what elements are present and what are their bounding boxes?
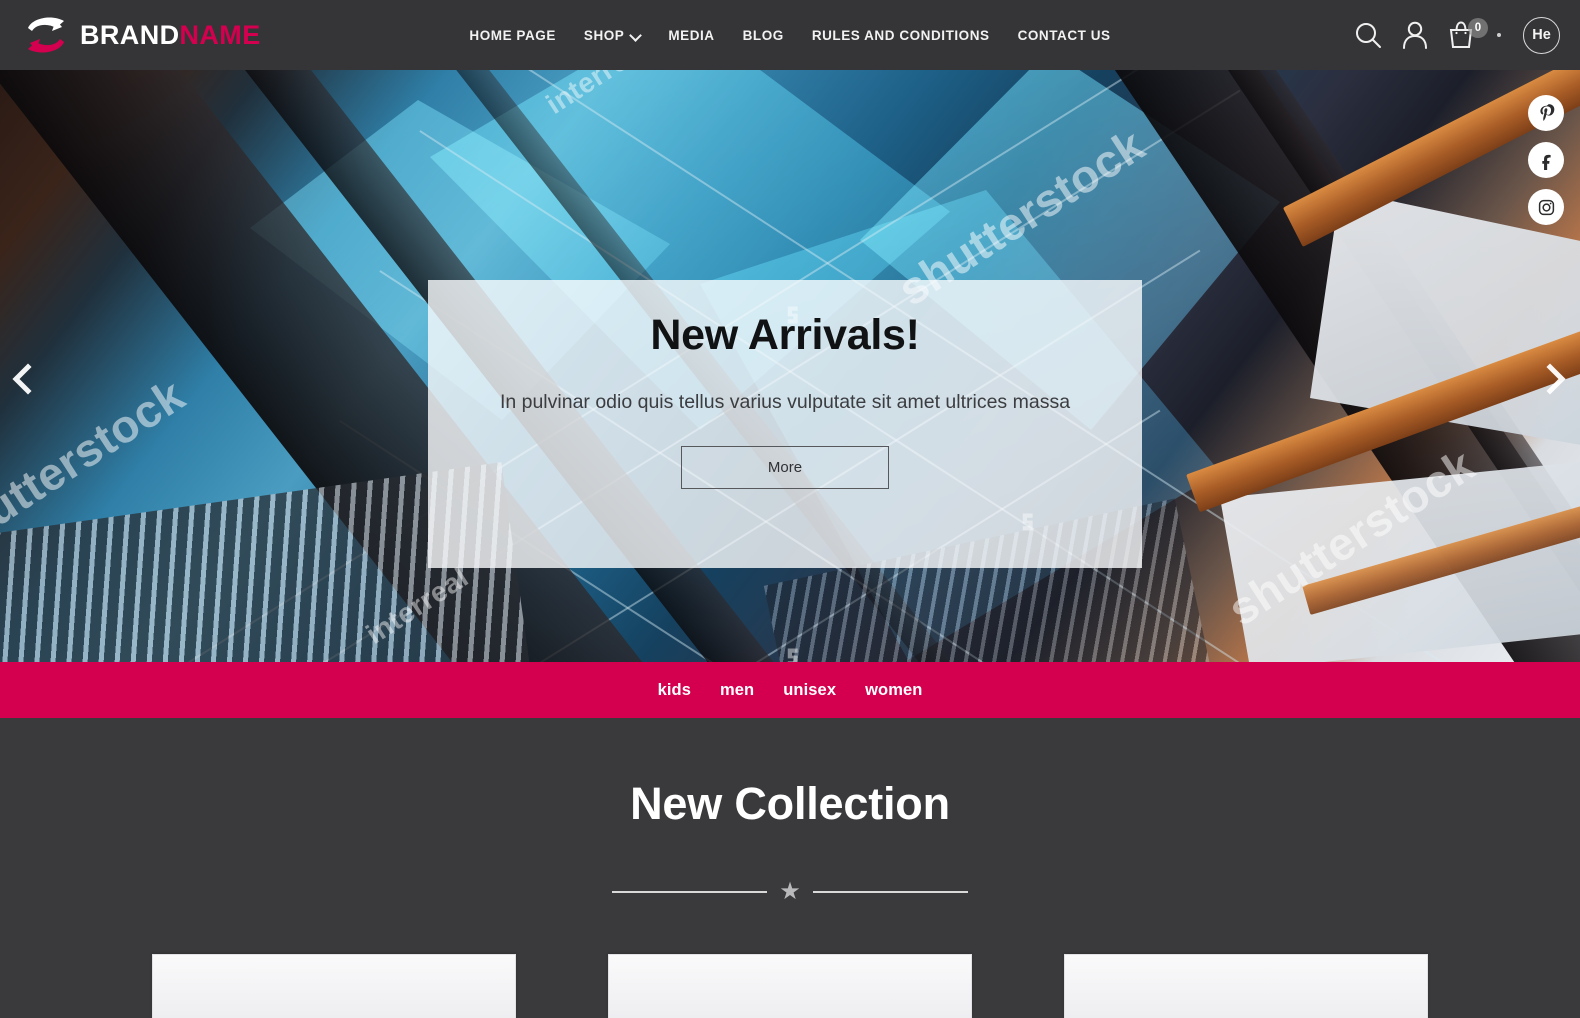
- brand-name: BRANDNAME: [80, 19, 261, 50]
- carousel-next-arrow[interactable]: [1526, 348, 1574, 410]
- pinterest-icon[interactable]: [1528, 95, 1564, 131]
- category-link-women[interactable]: women: [865, 681, 922, 700]
- hero-carousel: shutterstock shutterstock shutterstock i…: [0, 70, 1580, 662]
- nav-item-blog[interactable]: BLOG: [743, 28, 784, 43]
- hero-more-button[interactable]: More: [681, 445, 889, 489]
- shopping-bag-icon[interactable]: 0: [1447, 18, 1488, 50]
- carousel-prev-arrow[interactable]: [4, 348, 52, 410]
- nav-item-home-page[interactable]: HOME PAGE: [469, 28, 555, 43]
- header-tools: 0 He: [1353, 0, 1560, 70]
- product-card-1[interactable]: [152, 954, 516, 1018]
- user-icon[interactable]: [1401, 20, 1429, 50]
- divider-line-left: [612, 891, 768, 893]
- chevron-down-icon: [631, 31, 640, 40]
- nav-label: SHOP: [583, 27, 625, 43]
- brand-logo[interactable]: BRANDNAME: [0, 11, 261, 59]
- hero-caption-panel: New Arrivals! In pulvinar odio quis tell…: [428, 280, 1142, 568]
- divider-line-right: [812, 891, 968, 893]
- instagram-icon[interactable]: [1528, 189, 1564, 225]
- locale-selector[interactable]: He: [1523, 16, 1560, 54]
- tools-separator-dot: [1497, 33, 1501, 37]
- nav-item-contact-us[interactable]: CONTACT US: [1018, 28, 1111, 43]
- section-divider: ★: [0, 880, 1580, 904]
- hero-title: New Arrivals!: [650, 311, 920, 359]
- product-card-grid: [0, 954, 1580, 1018]
- category-bar: kids men unisex women: [0, 662, 1580, 718]
- nav-label: BLOG: [742, 27, 784, 43]
- nav-item-rules-and-conditions[interactable]: RULES AND CONDITIONS: [812, 28, 990, 43]
- section-title: New Collection: [630, 778, 950, 829]
- circular-arrow-logo-icon: [22, 11, 70, 59]
- new-collection-section: New Collection ★: [0, 718, 1580, 1018]
- nav-label: RULES AND CONDITIONS: [811, 27, 990, 43]
- site-header: BRANDNAME HOME PAGE SHOP MEDIA BLOG RULE…: [0, 0, 1580, 70]
- nav-label: CONTACT US: [1017, 27, 1111, 43]
- locale-label: He: [1532, 27, 1551, 43]
- hero-subtitle: In pulvinar odio quis tellus varius vulp…: [499, 391, 1071, 414]
- star-icon: ★: [779, 878, 801, 905]
- category-link-kids[interactable]: kids: [658, 681, 691, 700]
- nav-item-shop[interactable]: SHOP: [584, 28, 640, 43]
- brand-name-part2: NAME: [179, 19, 261, 50]
- facebook-icon[interactable]: [1528, 142, 1564, 178]
- nav-label: MEDIA: [668, 27, 715, 43]
- product-card-2[interactable]: [608, 954, 972, 1018]
- cart-count-badge: 0: [1468, 18, 1488, 38]
- category-link-men[interactable]: men: [720, 681, 754, 700]
- nav-item-media[interactable]: MEDIA: [668, 28, 714, 43]
- search-icon[interactable]: [1353, 20, 1383, 50]
- product-card-3[interactable]: [1064, 954, 1428, 1018]
- social-rail: [1528, 95, 1564, 225]
- nav-label: HOME PAGE: [469, 27, 556, 43]
- brand-name-part1: BRAND: [80, 19, 180, 50]
- category-link-unisex[interactable]: unisex: [783, 681, 836, 700]
